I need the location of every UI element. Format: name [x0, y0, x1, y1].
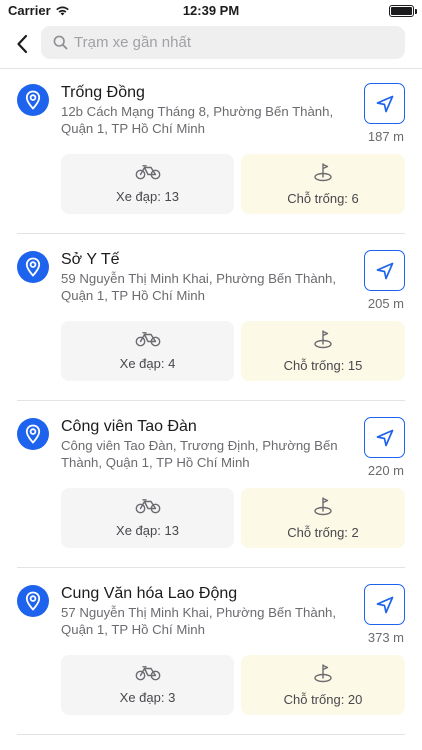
search-placeholder: Trạm xe gần nhất: [74, 34, 192, 51]
status-time: 12:39 PM: [182, 3, 240, 18]
station-name: Trống Đồng: [61, 84, 145, 101]
parking-spot-icon: [314, 497, 332, 516]
slots-available-box: Chỗ trống: 6: [241, 154, 405, 214]
slots-count-label: Chỗ trống: 2: [287, 525, 359, 540]
map-pin-icon: [17, 84, 49, 116]
parking-spot-icon: [314, 664, 332, 683]
card-divider: [17, 734, 405, 735]
station-card[interactable]: Sở Y Tế 59 Nguyễn Thị Minh Khai, Phường …: [0, 237, 422, 403]
distance-label: 187 m: [367, 129, 404, 144]
distance-label: 373 m: [367, 630, 404, 645]
bikes-count-label: Xe đạp: 13: [116, 523, 179, 538]
bicycle-icon: [135, 499, 160, 514]
card-divider: [17, 400, 405, 401]
slots-count-label: Chỗ trống: 20: [283, 692, 363, 707]
card-divider: [17, 233, 405, 234]
navigation-arrow-icon: [376, 596, 393, 613]
parking-spot-icon: [314, 330, 332, 349]
map-pin-icon: [17, 418, 49, 450]
bikes-available-box: Xe đạp: 13: [61, 154, 234, 214]
card-divider: [17, 567, 405, 568]
navigation-arrow-icon: [376, 429, 393, 446]
bikes-count-label: Xe đạp: 4: [119, 356, 176, 371]
bikes-count-label: Xe đạp: 3: [119, 690, 176, 705]
navigate-button[interactable]: [364, 83, 405, 124]
bikes-available-box: Xe đạp: 4: [61, 321, 234, 381]
slots-available-box: Chỗ trống: 20: [241, 655, 405, 715]
bikes-available-box: Xe đạp: 3: [61, 655, 234, 715]
station-card[interactable]: Trống Đồng 12b Cách Mạng Tháng 8, Phường…: [0, 70, 422, 236]
chevron-left-icon: [17, 34, 28, 54]
distance-label: 220 m: [367, 463, 404, 478]
navigate-button[interactable]: [364, 417, 405, 458]
map-pin-icon: [17, 585, 49, 617]
nav-bar: Trạm xe gần nhất: [0, 26, 422, 62]
station-address: 59 Nguyễn Thị Minh Khai, Phường Bến Thàn…: [61, 271, 337, 303]
navigate-button[interactable]: [364, 584, 405, 625]
search-icon: [53, 35, 68, 50]
bikes-count-label: Xe đạp: 13: [116, 189, 179, 204]
status-bar: Carrier 12:39 PM: [0, 0, 422, 22]
station-card[interactable]: Công viên Tao Đàn Công viên Tao Đàn, Trư…: [0, 404, 422, 570]
station-name: Cung Văn hóa Lao Động: [61, 585, 238, 602]
navigate-button[interactable]: [364, 250, 405, 291]
station-address: 12b Cách Mạng Tháng 8, Phường Bến Thành,…: [61, 104, 334, 136]
battery-icon: [389, 5, 417, 17]
map-pin-icon: [17, 251, 49, 283]
station-address: Công viên Tao Đàn, Trương Định, Phường B…: [61, 438, 338, 470]
distance-label: 205 m: [367, 296, 404, 311]
parking-spot-icon: [314, 163, 332, 182]
slots-available-box: Chỗ trống: 15: [241, 321, 405, 381]
station-name: Công viên Tao Đàn: [61, 418, 197, 435]
station-address: 57 Nguyễn Thị Minh Khai, Phường Bến Thàn…: [61, 605, 337, 637]
navigation-arrow-icon: [376, 95, 393, 112]
bikes-available-box: Xe đạp: 13: [61, 488, 234, 548]
slots-available-box: Chỗ trống: 2: [241, 488, 405, 548]
slots-count-label: Chỗ trống: 6: [287, 191, 359, 206]
navigation-arrow-icon: [376, 262, 393, 279]
bicycle-icon: [135, 165, 160, 180]
slots-count-label: Chỗ trống: 15: [283, 358, 363, 373]
bicycle-icon: [135, 666, 160, 681]
bicycle-icon: [135, 332, 160, 347]
station-name: Sở Y Tế: [61, 251, 120, 268]
search-input[interactable]: Trạm xe gần nhất: [41, 26, 405, 59]
header-divider: [0, 68, 422, 69]
station-card[interactable]: Cung Văn hóa Lao Động 57 Nguyễn Thị Minh…: [0, 571, 422, 737]
back-button[interactable]: [10, 30, 34, 58]
